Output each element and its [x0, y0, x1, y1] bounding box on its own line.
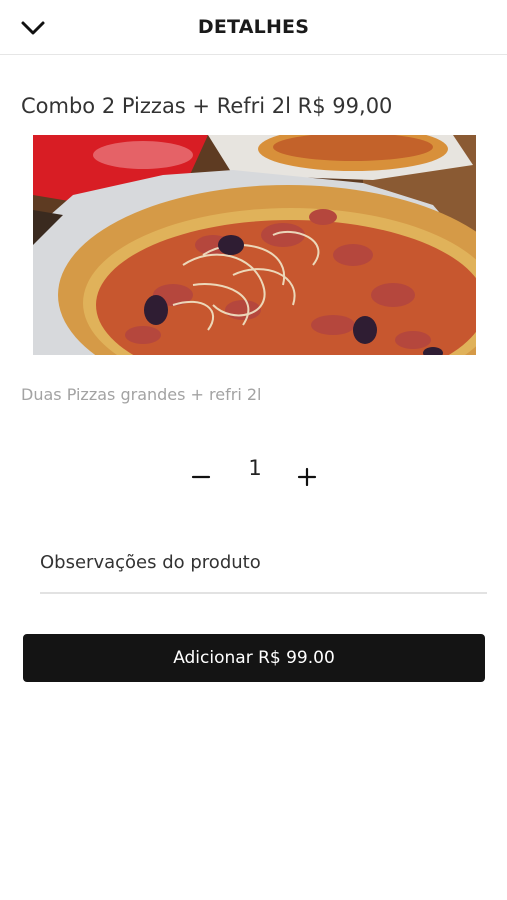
plus-icon[interactable] — [292, 460, 322, 490]
minus-icon[interactable] — [186, 460, 216, 490]
product-description: Duas Pizzas grandes + refri 2l — [21, 385, 262, 404]
quantity-stepper: 1 — [180, 452, 330, 496]
product-title: Combo 2 Pizzas + Refri 2l R$ 99,00 — [21, 94, 393, 118]
chevron-down-icon[interactable] — [18, 14, 48, 42]
header-bar: DETALHES — [0, 0, 507, 55]
page-title: DETALHES — [197, 16, 310, 38]
product-image — [33, 135, 476, 355]
notes-field[interactable] — [40, 548, 487, 573]
add-to-cart-button[interactable]: Adicionar R$ 99.00 — [23, 634, 485, 682]
quantity-value: 1 — [248, 456, 262, 480]
notes-field-container — [40, 548, 487, 594]
